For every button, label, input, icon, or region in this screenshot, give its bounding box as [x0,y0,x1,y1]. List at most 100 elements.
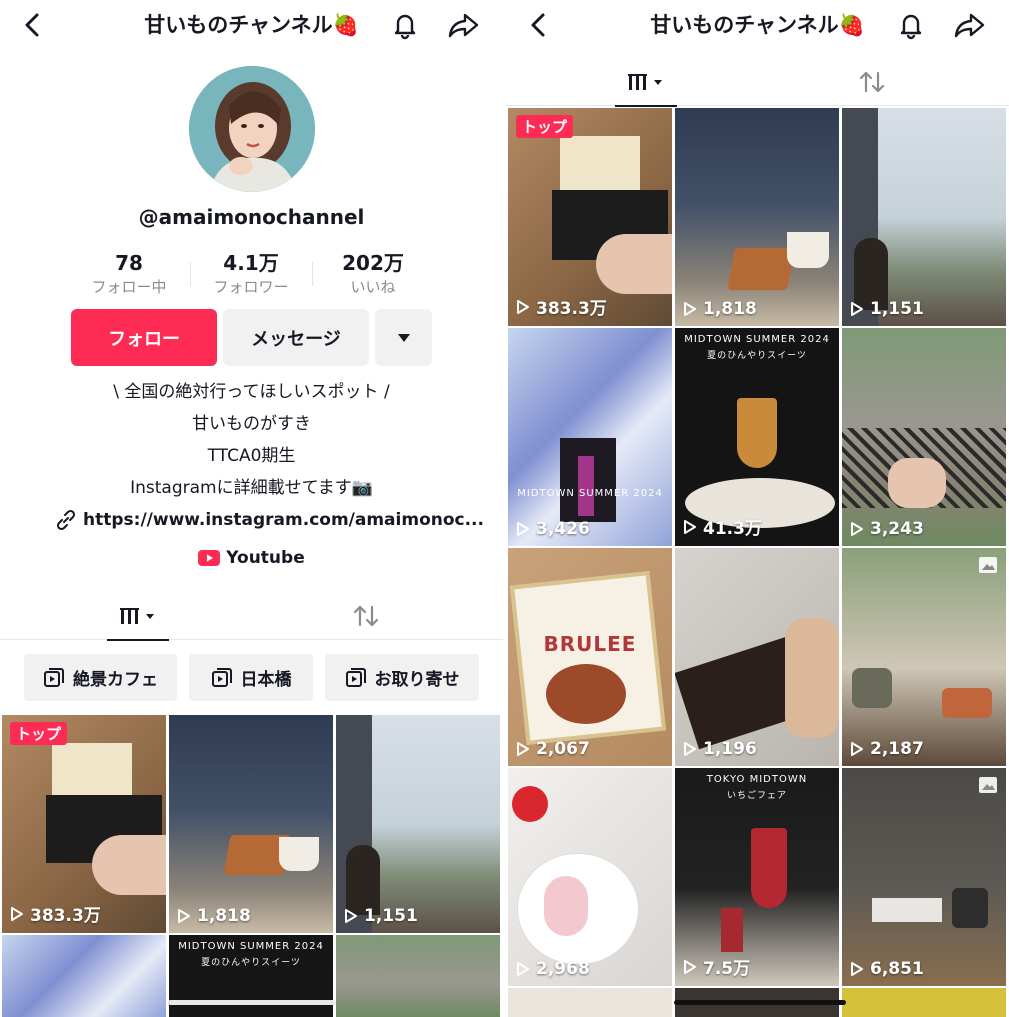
bio-line: 甘いものがすき [192,414,311,434]
video-thumbnail[interactable] [508,988,672,1017]
playlist-icon [211,667,232,687]
play-icon [684,302,696,316]
bell-icon[interactable] [895,9,927,41]
youtube-link[interactable]: Youtube [0,548,503,568]
playlist-chip-label: お取り寄せ [374,670,460,690]
videos-grid-icon [120,608,154,624]
video-thumbnail[interactable] [2,935,166,1017]
tab-videos[interactable] [591,58,701,107]
video-thumbnail[interactable]: 1,818 [675,108,839,326]
stat-followers[interactable]: 4.1万 フォロワー [191,250,311,298]
view-count: 1,196 [683,739,757,759]
view-count-value: 41.3万 [703,519,762,539]
youtube-link-text: Youtube [226,548,305,568]
view-count: 2,067 [516,739,590,759]
top-badge: トップ [10,722,68,745]
more-options-button[interactable] [375,309,432,366]
overlay-caption: TOKYO MIDTOWN [706,774,808,785]
photo-icon [979,557,997,573]
avatar[interactable] [189,66,315,192]
video-thumbnail[interactable]: MIDTOWN SUMMER 2024 夏のひんやりスイーツ 41.3万 [675,328,839,546]
video-thumbnail[interactable]: 2,187 [842,548,1006,766]
tab-reposts[interactable] [311,592,421,640]
page-title: 甘いものチャンネル🍓 [650,13,865,37]
video-thumbnail[interactable]: TOKYO MIDTOWN いちごフェア 7.5万 [675,768,839,986]
view-count: 41.3万 [683,514,762,539]
stat-following[interactable]: 78 フォロー中 [69,250,189,298]
overlay-caption: MIDTOWN SUMMER 2024 [684,334,830,345]
view-count-value: 3,243 [870,519,924,539]
share-icon[interactable] [447,9,481,41]
top-bar: 甘いものチャンネル🍓 [0,0,503,50]
video-thumbnail[interactable]: 2,968 [508,768,672,986]
overlay-caption: MIDTOWN SUMMER 2024 [178,941,324,952]
stat-value: 202万 [342,251,404,275]
video-thumbnail[interactable]: 6,851 [842,768,1006,986]
play-icon [517,522,529,536]
view-count-value: 7.5万 [703,959,751,979]
video-thumbnail[interactable]: 1,151 [336,715,500,933]
bell-icon[interactable] [389,9,421,41]
play-icon [517,299,529,314]
view-count: 383.3万 [516,294,607,319]
video-thumbnail[interactable]: 1,151 [842,108,1006,326]
video-thumbnail[interactable]: トップ 383.3万 [508,108,672,326]
overlay-caption: BRULEE [543,632,637,656]
repost-icon [859,71,885,93]
home-indicator [168,1000,336,1005]
follow-button[interactable]: フォロー [71,309,217,366]
tab-videos[interactable] [83,592,193,641]
view-count: 2,968 [516,959,590,979]
play-icon [684,959,696,974]
video-thumbnail[interactable]: 3,243 [842,328,1006,546]
playlist-chip[interactable]: お取り寄せ [325,654,479,701]
profile-username: @amaimonochannel [138,205,365,229]
message-button[interactable]: メッセージ [223,309,369,366]
overlay-caption: 夏のひんやりスイーツ [201,958,301,968]
video-thumbnail[interactable]: BRULEE 2,067 [508,548,672,766]
bio-line: TTCA0期生 [207,446,296,466]
stat-likes[interactable]: 202万 いいね [313,250,433,298]
view-count-value: 1,196 [703,739,757,759]
view-count: 2,187 [850,739,924,759]
playlist-chip[interactable]: 絶景カフェ [24,654,177,701]
play-icon [345,909,357,923]
page-title: 甘いものチャンネル🍓 [144,13,359,37]
bio-line: \ 全国の絶対行ってほしいスポット / [113,382,390,402]
view-count-value: 2,187 [870,739,924,759]
bio-line: Instagramに詳細載せてます📷 [130,478,373,498]
tab-reposts[interactable] [817,58,927,106]
view-count-value: 1,151 [364,906,418,926]
stat-label: いいね [350,278,396,296]
view-count-value: 2,067 [536,739,590,759]
videos-grid-icon [628,74,662,90]
play-icon [851,522,863,536]
view-count-value: 3,426 [536,519,590,539]
video-thumbnail[interactable]: MIDTOWN SUMMER 2024 3,426 [508,328,672,546]
stat-value: 4.1万 [223,251,279,275]
video-thumbnail[interactable] [842,988,1006,1017]
view-count-value: 2,968 [536,959,590,979]
video-thumbnail[interactable] [336,935,500,1017]
youtube-icon [198,550,221,566]
play-icon [517,742,529,756]
video-thumbnail[interactable]: トップ 383.3万 [2,715,166,933]
share-icon[interactable] [953,9,987,41]
stat-label: フォロー中 [91,278,167,296]
videos-panel: 甘いものチャンネル🍓 トップ 383.3万 1,818 1,151 MIDTOW… [506,0,1009,1017]
photo-icon [979,777,997,793]
playlist-chip[interactable]: 日本橋 [189,654,313,701]
top-badge: トップ [516,115,574,138]
view-count-value: 1,818 [197,906,251,926]
video-thumbnail[interactable]: 1,818 [169,715,333,933]
top-bar: 甘いものチャンネル🍓 [506,0,1009,50]
home-indicator [674,1000,846,1005]
playlist-icon [345,667,366,687]
profile-link[interactable]: https://www.instagram.com/amaimonoc... [55,509,484,531]
view-count: 1,818 [177,906,251,926]
stat-value: 78 [115,251,143,275]
video-thumbnail[interactable]: 1,196 [675,548,839,766]
caret-down-icon [397,333,410,342]
view-count-value: 383.3万 [536,299,607,319]
view-count-value: 383.3万 [30,906,101,926]
